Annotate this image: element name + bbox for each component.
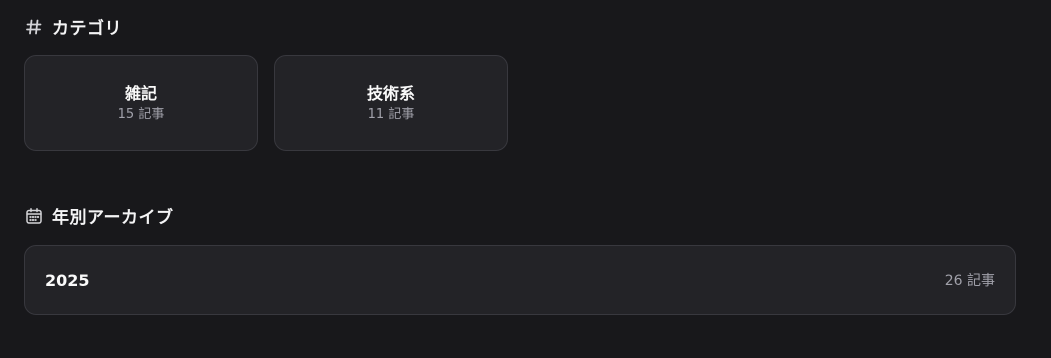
archive-heading-label: 年別アーカイブ: [52, 208, 174, 228]
category-card-zakki[interactable]: 雑記 15 記事: [24, 55, 258, 151]
page: カテゴリ 雑記 15 記事 技術系 11 記事 年別アーカイブ 2025 26 …: [0, 0, 1051, 358]
category-count: 15 記事: [117, 106, 165, 122]
category-count: 11 記事: [367, 106, 415, 122]
category-card-gijutsu[interactable]: 技術系 11 記事: [274, 55, 508, 151]
hash-icon: [24, 17, 44, 37]
archive-count: 26 記事: [944, 273, 995, 289]
category-list: 雑記 15 記事 技術系 11 記事: [24, 55, 508, 151]
category-name: 雑記: [124, 83, 157, 103]
archive-year-2025[interactable]: 2025 26 記事: [24, 245, 1016, 315]
category-name: 技術系: [366, 83, 415, 103]
categories-heading: カテゴリ: [24, 14, 122, 39]
categories-heading-label: カテゴリ: [52, 19, 122, 39]
archive-year-label: 2025: [45, 270, 90, 290]
calendar-icon: [24, 206, 44, 226]
archive-heading: 年別アーカイブ: [24, 203, 173, 228]
